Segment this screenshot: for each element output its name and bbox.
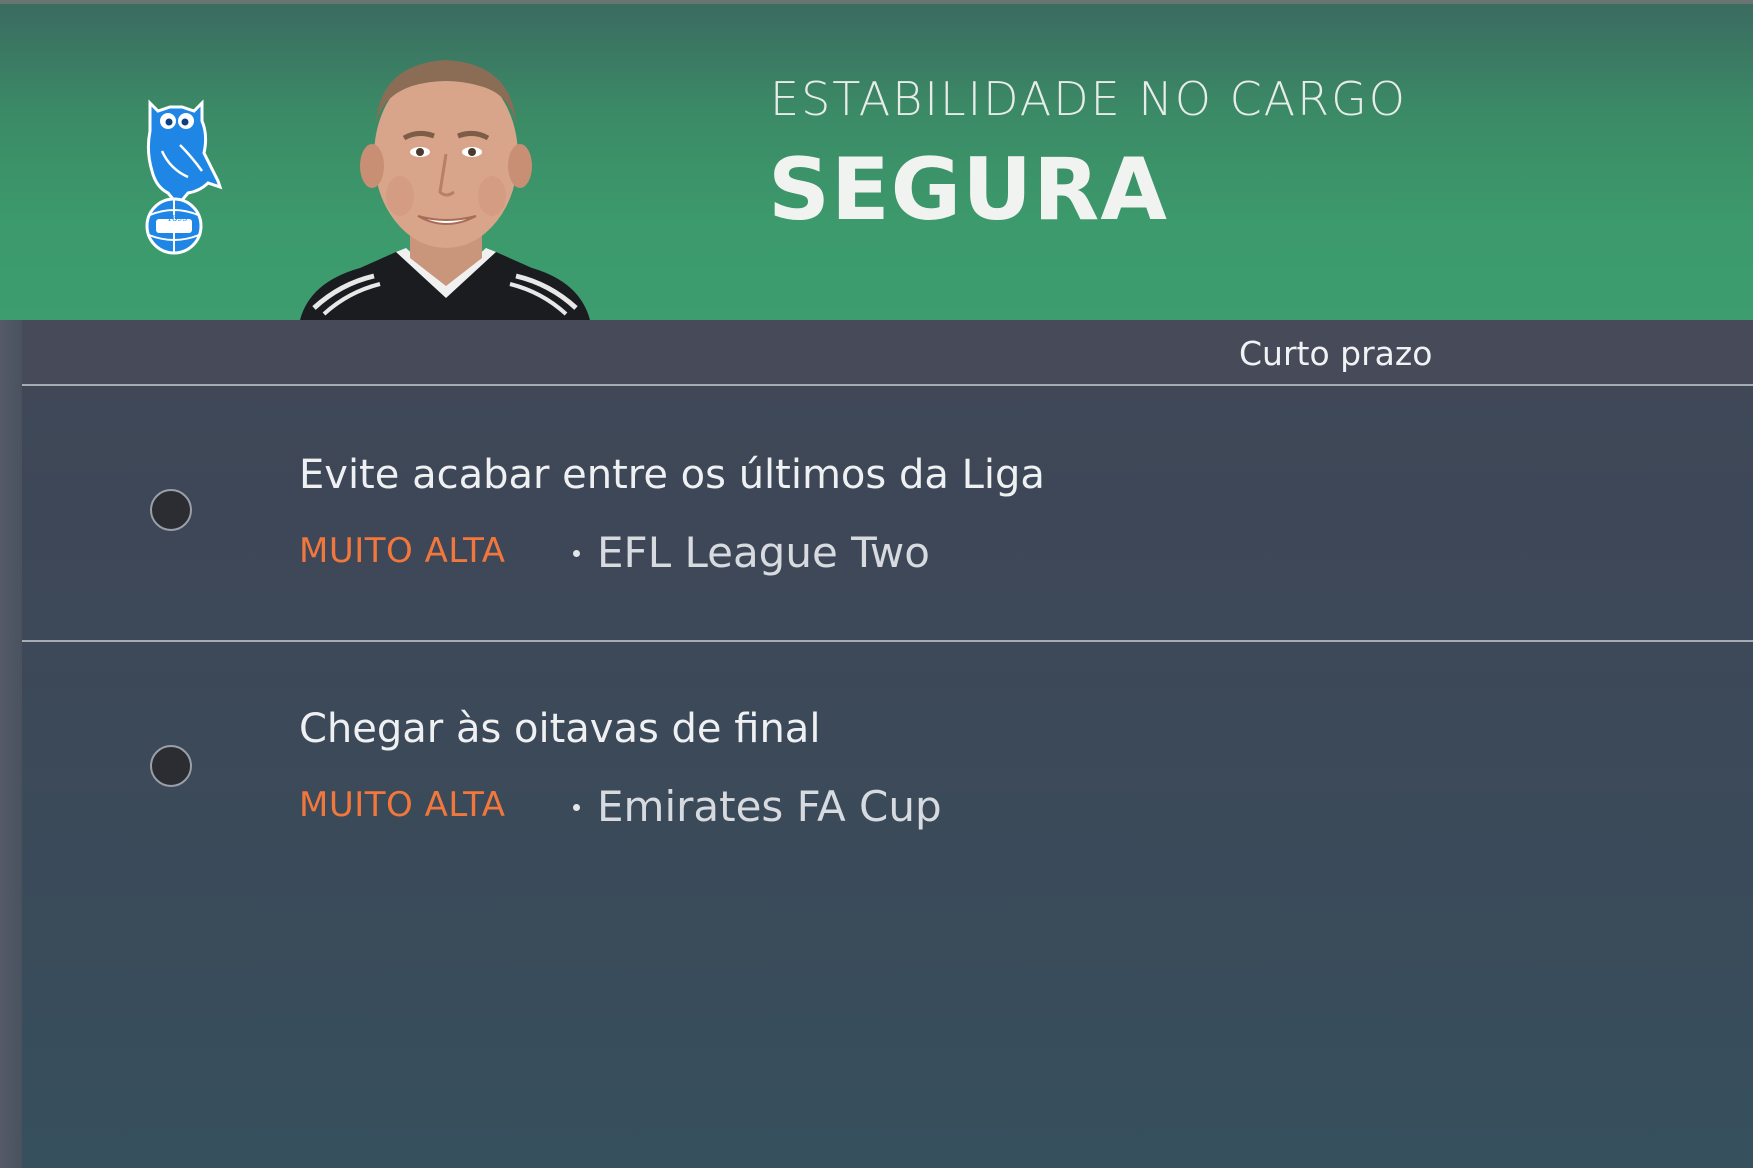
- objective-status-radio-icon: [150, 745, 192, 787]
- objectives-tab-bar: Curto prazo: [22, 320, 1753, 384]
- left-edge-shade: [0, 320, 22, 1168]
- job-stability-label: ESTABILIDADE NO CARGO: [770, 72, 1407, 126]
- manager-portrait: [300, 60, 590, 320]
- separator-dot-icon: [573, 550, 580, 557]
- objective-competition: Emirates FA Cup: [597, 782, 942, 831]
- objective-item[interactable]: Evite acabar entre os últimos da Liga MU…: [22, 386, 1753, 640]
- job-security-header: 1895 ESTABILIDADE NO CARGO SEGURA: [0, 0, 1753, 320]
- job-stability-value: SEGURA: [768, 140, 1168, 240]
- crest-year: 1895: [167, 214, 188, 223]
- objective-priority: MUITO ALTA: [299, 785, 506, 825]
- tab-short-term[interactable]: Curto prazo: [1239, 334, 1432, 373]
- objective-title: Chegar às oitavas de final: [299, 706, 821, 752]
- objective-status-radio-icon: [150, 489, 192, 531]
- objective-competition: EFL League Two: [597, 528, 930, 577]
- objective-title: Evite acabar entre os últimos da Liga: [299, 452, 1045, 498]
- separator-dot-icon: [573, 804, 580, 811]
- objective-priority: MUITO ALTA: [299, 531, 506, 571]
- objective-item[interactable]: Chegar às oitavas de final MUITO ALTA Em…: [22, 642, 1753, 896]
- owl-crest-icon: [145, 99, 223, 255]
